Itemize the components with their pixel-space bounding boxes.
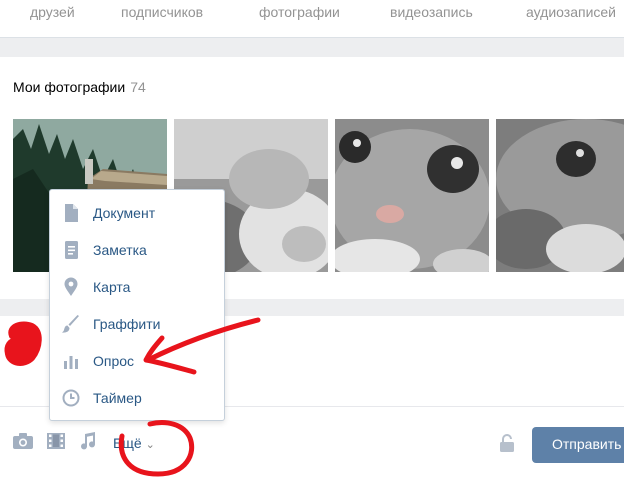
photo-thumb[interactable]: [496, 119, 624, 272]
menu-item-label: Таймер: [93, 390, 142, 406]
photo-thumb[interactable]: [335, 119, 489, 272]
counter-audio[interactable]: аудиозаписей: [526, 4, 616, 20]
music-icon[interactable]: [79, 432, 97, 455]
more-attachments-button[interactable]: Ещё ⌄: [113, 435, 155, 451]
menu-item-label: Опрос: [93, 353, 135, 369]
photos-title: Мои фотографии: [13, 79, 126, 95]
menu-item-map[interactable]: Карта: [50, 269, 224, 306]
profile-counters: друзей подписчиков фотографии видеозапис…: [0, 0, 624, 38]
more-label: Ещё: [113, 435, 142, 451]
menu-item-poll[interactable]: Опрос: [50, 343, 224, 380]
menu-item-timer[interactable]: Таймер: [50, 380, 224, 417]
note-icon: [61, 240, 81, 260]
send-button[interactable]: Отправить: [532, 427, 624, 463]
menu-item-note[interactable]: Заметка: [50, 232, 224, 269]
brush-icon: [61, 314, 81, 334]
menu-item-label: Заметка: [93, 242, 147, 258]
menu-item-label: Граффити: [93, 316, 161, 332]
counter-followers[interactable]: подписчиков: [121, 4, 203, 20]
map-pin-icon: [61, 277, 81, 297]
send-label: Отправить: [552, 436, 622, 452]
menu-item-document[interactable]: Документ: [50, 195, 224, 232]
counter-photos[interactable]: фотографии: [259, 4, 340, 20]
poll-icon: [61, 351, 81, 371]
chevron-down-icon: ⌄: [145, 439, 155, 451]
attachment-menu: Документ Заметка Карта Граффити Опрос Та…: [49, 189, 225, 421]
photos-heading[interactable]: Мои фотографии 74: [13, 79, 146, 95]
photos-count: 74: [130, 79, 146, 95]
counter-videos[interactable]: видеозапись: [390, 4, 473, 20]
clock-icon: [61, 388, 81, 408]
video-icon[interactable]: [46, 432, 66, 455]
document-icon: [61, 203, 81, 223]
camera-icon[interactable]: [12, 432, 34, 455]
lock-icon[interactable]: [499, 434, 515, 457]
counter-friends[interactable]: друзей: [30, 4, 75, 20]
menu-item-label: Карта: [93, 279, 131, 295]
menu-item-label: Документ: [93, 205, 156, 221]
menu-item-graffiti[interactable]: Граффити: [50, 306, 224, 343]
